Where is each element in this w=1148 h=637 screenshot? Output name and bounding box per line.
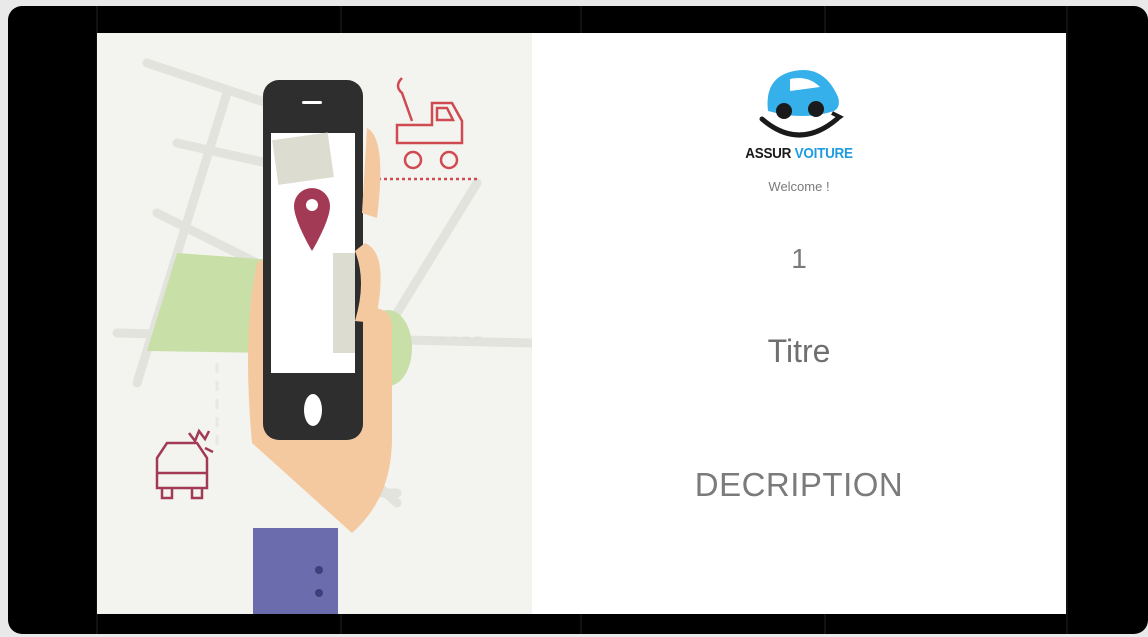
divider (1066, 6, 1068, 634)
slide-title: Titre (767, 333, 831, 369)
logo (532, 53, 1066, 145)
brand-word-1: ASSUR (745, 145, 792, 162)
crashed-car-icon (155, 428, 214, 500)
map-illustration (112, 58, 532, 614)
slide-number: 1 (791, 243, 807, 274)
welcome-text: Welcome ! (768, 179, 830, 194)
smartphone-icon (263, 80, 363, 440)
onboarding-card: ASSUR VOITURE Welcome ! 1 Titre DECRIPTI… (97, 33, 1066, 614)
tow-truck-icon (372, 77, 477, 181)
car-smile-logo-icon (759, 70, 844, 138)
illustration (97, 33, 532, 614)
brand-name: ASSUR VOITURE (559, 145, 1040, 162)
sleeve (253, 528, 338, 614)
brand-word-2: VOITURE (794, 145, 853, 162)
slide-description: DECRIPTION (694, 466, 904, 503)
welcome-panel: ASSUR VOITURE Welcome ! 1 Titre DECRIPTI… (532, 33, 1066, 614)
